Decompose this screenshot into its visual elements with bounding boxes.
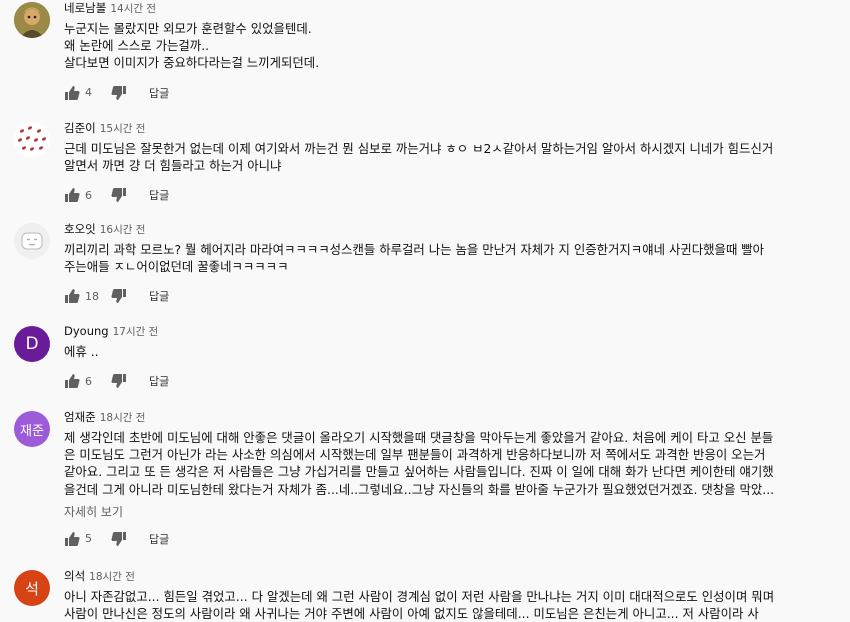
- avatar-letter: D: [25, 334, 39, 354]
- like-count: 4: [85, 86, 92, 100]
- comment-text: 누군지는 몰랐지만 외모가 훈련할수 있었을텐데. 왜 논란에 스스로 가는걸까…: [64, 21, 320, 71]
- read-more-link[interactable]: 자세히 보기: [64, 503, 123, 520]
- comment-actions: 18 답글: [64, 285, 838, 307]
- comment-text: 끼리끼리 과학 모르노? 뭘 헤어지라 마라여ㅋㅋㅋㅋ성스캔들 하루걸러 나는 …: [64, 242, 765, 275]
- avatar[interactable]: [14, 223, 50, 259]
- reply-button[interactable]: 답글: [149, 288, 169, 304]
- comment-actions: 4 답글: [64, 82, 838, 104]
- avatar[interactable]: 재준: [14, 411, 50, 447]
- pattern-avatar-icon: [14, 122, 50, 158]
- thumbs-up-icon[interactable]: [64, 288, 80, 304]
- comment-author[interactable]: Dyoung: [64, 324, 109, 338]
- warrior-avatar-icon: [14, 2, 50, 38]
- avatar[interactable]: D: [14, 326, 50, 362]
- reply-button[interactable]: 답글: [149, 187, 169, 203]
- like-count: 6: [85, 188, 92, 202]
- thumbs-up-icon[interactable]: [64, 85, 80, 101]
- thumbs-down-icon[interactable]: [111, 85, 127, 101]
- avatar[interactable]: 석: [14, 570, 50, 606]
- thumbs-down-icon[interactable]: [111, 373, 127, 389]
- reply-button[interactable]: 답글: [149, 85, 169, 101]
- comment-author[interactable]: 의석: [64, 569, 85, 583]
- comment-author[interactable]: 네로남볼: [64, 1, 106, 15]
- comment-actions: 5 답글: [64, 528, 838, 550]
- comment-time[interactable]: 17시간 전: [113, 326, 159, 338]
- comment-time[interactable]: 18시간 전: [100, 412, 146, 424]
- comment-actions: 6 답글: [64, 370, 838, 392]
- like-count: 18: [85, 289, 99, 303]
- comment-author[interactable]: 김준이: [64, 121, 96, 135]
- avatar-letter: 석: [25, 579, 39, 598]
- thumbs-up-icon[interactable]: [64, 531, 80, 547]
- comment-time[interactable]: 16시간 전: [100, 224, 146, 236]
- reply-button[interactable]: 답글: [149, 373, 169, 389]
- avatar-letter: 재준: [20, 423, 44, 439]
- comment-author[interactable]: 호오잇: [64, 222, 96, 236]
- thumbs-down-icon[interactable]: [111, 187, 127, 203]
- thumbs-up-icon[interactable]: [64, 373, 80, 389]
- like-count: 5: [85, 532, 92, 546]
- comment-author[interactable]: 엄재준: [64, 410, 96, 424]
- comment-text: 에휴 ..: [64, 344, 99, 359]
- comment-time[interactable]: 18시간 전: [89, 571, 135, 583]
- thumbs-down-icon[interactable]: [111, 531, 127, 547]
- reply-button[interactable]: 답글: [149, 531, 169, 547]
- comment-text: 제 생각인데 초반에 미도님에 대해 안좋은 댓글이 올라오기 시작했을때 댓글…: [64, 430, 775, 497]
- comment-time[interactable]: 14시간 전: [110, 3, 156, 15]
- avatar[interactable]: [14, 2, 50, 38]
- face-avatar-icon: [14, 223, 50, 259]
- avatar[interactable]: [14, 122, 50, 158]
- thumbs-up-icon[interactable]: [64, 187, 80, 203]
- like-count: 6: [85, 374, 92, 388]
- comment-time[interactable]: 15시간 전: [100, 123, 146, 135]
- comment-actions: 6 답글: [64, 184, 838, 206]
- thumbs-down-icon[interactable]: [111, 288, 127, 304]
- comment-text: 근데 미도님은 잘못한거 없는데 이제 여기와서 까는건 뭔 심보로 까는거냐 …: [64, 141, 774, 174]
- comment-text: 아니 자존감없고... 힘든일 겪었고... 다 알겠는데 왜 그런 사람이 경…: [64, 589, 775, 622]
